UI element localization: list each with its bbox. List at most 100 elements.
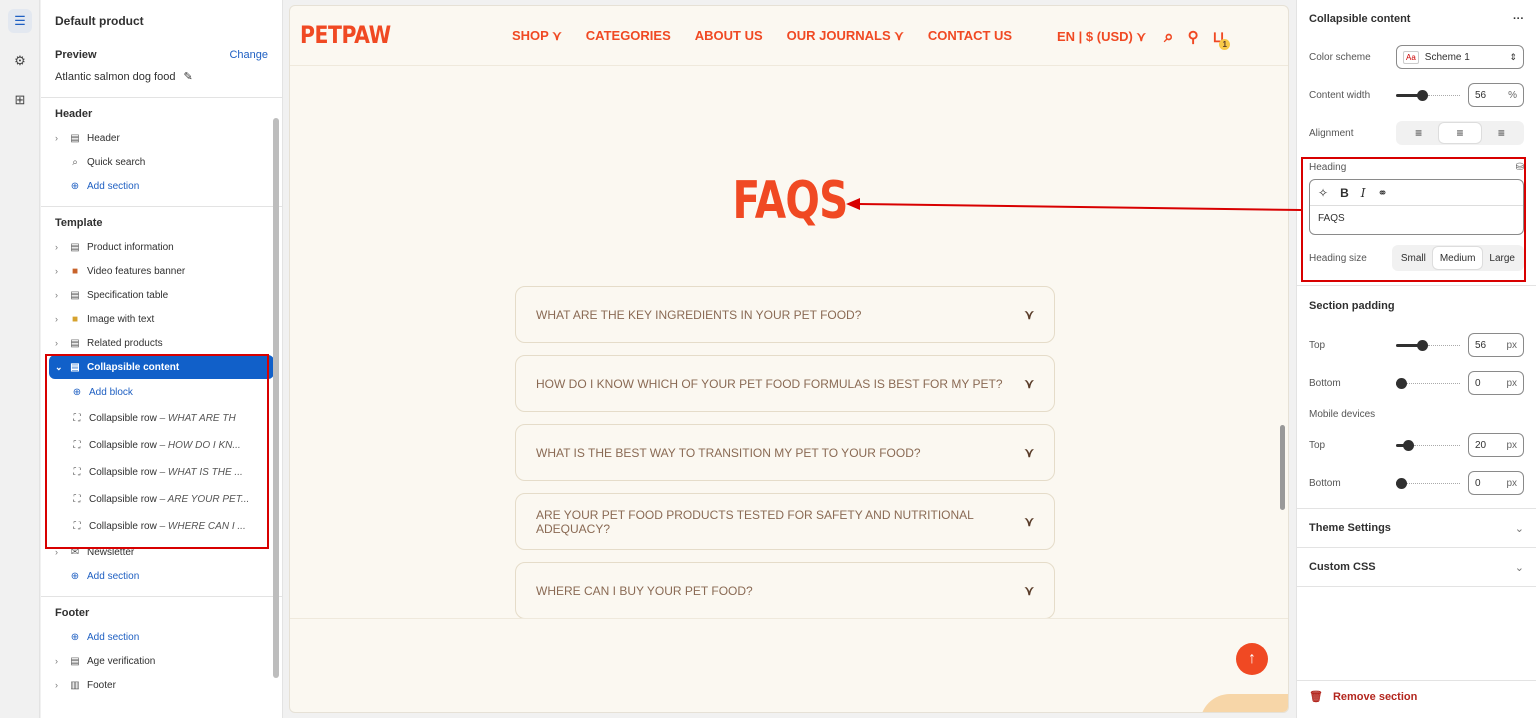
- back-to-top-button[interactable]: ↑: [1236, 643, 1268, 675]
- block-suffix: – WHAT IS THE ...: [159, 467, 243, 478]
- apps-icon[interactable]: ⊞: [8, 88, 32, 112]
- sections-icon[interactable]: ☰: [8, 9, 32, 33]
- heading-size-large[interactable]: Large: [1482, 247, 1522, 269]
- padding-bottom-slider[interactable]: [1396, 378, 1460, 389]
- faq-item[interactable]: WHAT ARE THE KEY INGREDIENTS IN YOUR PET…: [515, 286, 1055, 343]
- link-icon[interactable]: ⚭: [1377, 186, 1387, 200]
- chevron-right-icon[interactable]: ›: [55, 290, 63, 300]
- chevron-right-icon[interactable]: ›: [55, 338, 63, 348]
- menu-shop[interactable]: SHOP ⋎: [512, 28, 562, 44]
- content-width-input[interactable]: 56%: [1468, 83, 1524, 107]
- section-label: Age verification: [87, 655, 156, 667]
- chevron-right-icon[interactable]: ›: [55, 656, 63, 666]
- block-collapsible-row-2[interactable]: ⛶ Collapsible row – HOW DO I KN...: [55, 432, 268, 459]
- faq-item[interactable]: HOW DO I KNOW WHICH OF YOUR PET FOOD FOR…: [515, 355, 1055, 412]
- settings-icon[interactable]: ⚙: [8, 49, 32, 73]
- section-item-specification-table[interactable]: › ▤ Specification table: [55, 283, 268, 307]
- theme-settings-toggle[interactable]: Theme Settings ⌄: [1309, 509, 1524, 547]
- menu-about-us[interactable]: ABOUT US: [695, 28, 763, 44]
- ai-sparkle-icon[interactable]: ✧: [1318, 186, 1328, 200]
- heading-input[interactable]: FAQS: [1310, 206, 1523, 231]
- block-collapsible-row-3[interactable]: ⛶ Collapsible row – WHAT IS THE ...: [55, 459, 268, 486]
- section-item-newsletter[interactable]: › ✉ Newsletter: [55, 540, 268, 564]
- padding-top-input[interactable]: 56 px: [1468, 333, 1524, 357]
- heading-editor[interactable]: ✧ B I ⚭ FAQS: [1309, 179, 1524, 235]
- left-panel-scrollbar[interactable]: [273, 118, 279, 678]
- bold-icon[interactable]: B: [1340, 186, 1349, 200]
- slider-handle[interactable]: [1416, 90, 1428, 101]
- mobile-bottom-input[interactable]: 0 px: [1468, 471, 1524, 495]
- dynamic-source-icon[interactable]: ⛁: [1516, 162, 1524, 173]
- padding-bottom-input[interactable]: 0 px: [1468, 371, 1524, 395]
- cart-icon[interactable]: ⊔ 1: [1213, 28, 1231, 50]
- add-section-template[interactable]: ⊕ Add section: [55, 564, 268, 588]
- align-right-icon[interactable]: ≡: [1481, 123, 1522, 143]
- italic-icon[interactable]: I: [1361, 186, 1366, 200]
- slider-handle[interactable]: [1396, 378, 1407, 389]
- color-scheme-select[interactable]: Aa Scheme 1 ⇕: [1396, 45, 1524, 69]
- pencil-icon[interactable]: ✎: [183, 70, 192, 83]
- product-template-title[interactable]: Default product: [55, 14, 268, 28]
- settings-title: Collapsible content: [1309, 13, 1411, 25]
- chevron-right-icon[interactable]: ›: [55, 133, 63, 143]
- add-section-footer[interactable]: ⊕ Add section: [55, 625, 268, 649]
- chevron-right-icon[interactable]: ›: [55, 242, 63, 252]
- section-item-video-features-banner[interactable]: › ■ Video features banner: [55, 259, 268, 283]
- chevron-right-icon[interactable]: ›: [55, 547, 63, 557]
- template-group: Template › ▤ Product information › ■ Video f…: [41, 207, 282, 596]
- chevron-right-icon[interactable]: ›: [55, 314, 63, 324]
- plus-circle-icon: ⊕: [72, 386, 82, 398]
- block-collapsible-row-4[interactable]: ⛶ Collapsible row – ARE YOUR PET...: [55, 486, 268, 513]
- section-item-related-products[interactable]: › ▤ Related products: [55, 331, 268, 355]
- faq-item[interactable]: ARE YOUR PET FOOD PRODUCTS TESTED FOR SA…: [515, 493, 1055, 550]
- content-width-slider[interactable]: [1396, 90, 1460, 101]
- preview-scrollbar[interactable]: [1280, 425, 1285, 510]
- chevron-right-icon[interactable]: ›: [55, 266, 63, 276]
- padding-top-slider[interactable]: [1396, 340, 1460, 351]
- chevron-right-icon[interactable]: ›: [55, 680, 63, 690]
- store-preview: PETPAW SHOP ⋎ CATEGORIES ABOUT US OUR JO…: [289, 5, 1289, 713]
- block-suffix: – WHAT ARE TH: [159, 413, 236, 424]
- block-collapsible-row-1[interactable]: ⛶ Collapsible row – WHAT ARE TH: [55, 405, 268, 432]
- section-item-quick-search[interactable]: ⌕ Quick search: [55, 150, 268, 174]
- block-collapsible-row-5[interactable]: ⛶ Collapsible row – WHERE CAN I ...: [55, 513, 268, 540]
- block-label: Collapsible row: [89, 521, 157, 532]
- layout-icon: ▤: [70, 289, 80, 301]
- block-suffix: – HOW DO I KN...: [159, 440, 241, 451]
- menu-categories[interactable]: CATEGORIES: [586, 28, 671, 44]
- chevron-down-icon[interactable]: ⌄: [55, 362, 63, 373]
- search-icon[interactable]: ⌕: [1164, 27, 1174, 47]
- slider-handle[interactable]: [1403, 440, 1415, 451]
- mobile-bottom-slider[interactable]: [1396, 478, 1460, 489]
- align-left-icon[interactable]: ≡: [1398, 123, 1439, 143]
- section-item-collapsible-content[interactable]: ⌄ ▤ Collapsible content: [49, 355, 274, 379]
- faq-item[interactable]: WHERE CAN I BUY YOUR PET FOOD? ⋎: [515, 562, 1055, 619]
- heading-size-medium[interactable]: Medium: [1432, 247, 1483, 269]
- heading-size-small[interactable]: Small: [1394, 247, 1433, 269]
- change-preview-link[interactable]: Change: [229, 49, 268, 61]
- more-options-icon[interactable]: ···: [1513, 13, 1524, 25]
- input-unit: %: [1508, 89, 1517, 101]
- menu-our-journals[interactable]: OUR JOURNALS ⋎: [787, 28, 904, 44]
- section-item-age-verification[interactable]: › ▤ Age verification: [55, 649, 268, 673]
- slider-handle[interactable]: [1396, 478, 1407, 489]
- menu-contact-us[interactable]: CONTACT US: [928, 28, 1012, 44]
- section-item-product-information[interactable]: › ▤ Product information: [55, 235, 268, 259]
- section-item-header[interactable]: › ▤ Header: [55, 126, 268, 150]
- store-logo[interactable]: PETPAW: [300, 21, 391, 49]
- remove-section-button[interactable]: 🗑 Remove section: [1309, 690, 1417, 704]
- add-block-button[interactable]: ⊕ Add block: [55, 379, 268, 405]
- account-icon[interactable]: ⚲: [1188, 28, 1199, 46]
- section-item-image-with-text[interactable]: › ■ Image with text: [55, 307, 268, 331]
- section-item-footer[interactable]: › ▥ Footer: [55, 673, 268, 697]
- mobile-top-slider[interactable]: [1396, 440, 1460, 451]
- align-center-icon[interactable]: ≡: [1439, 123, 1481, 143]
- add-section-header[interactable]: ⊕ Add section: [55, 174, 268, 198]
- input-unit: px: [1506, 439, 1517, 451]
- faq-item[interactable]: WHAT IS THE BEST WAY TO TRANSITION MY PE…: [515, 424, 1055, 481]
- slider-handle[interactable]: [1416, 340, 1428, 351]
- preview-product-name: Atlantic salmon dog food: [55, 70, 176, 83]
- mobile-top-input[interactable]: 20 px: [1468, 433, 1524, 457]
- custom-css-toggle[interactable]: Custom CSS ⌄: [1309, 548, 1524, 586]
- locale-selector[interactable]: EN | $ (USD) ⋎: [1057, 29, 1146, 45]
